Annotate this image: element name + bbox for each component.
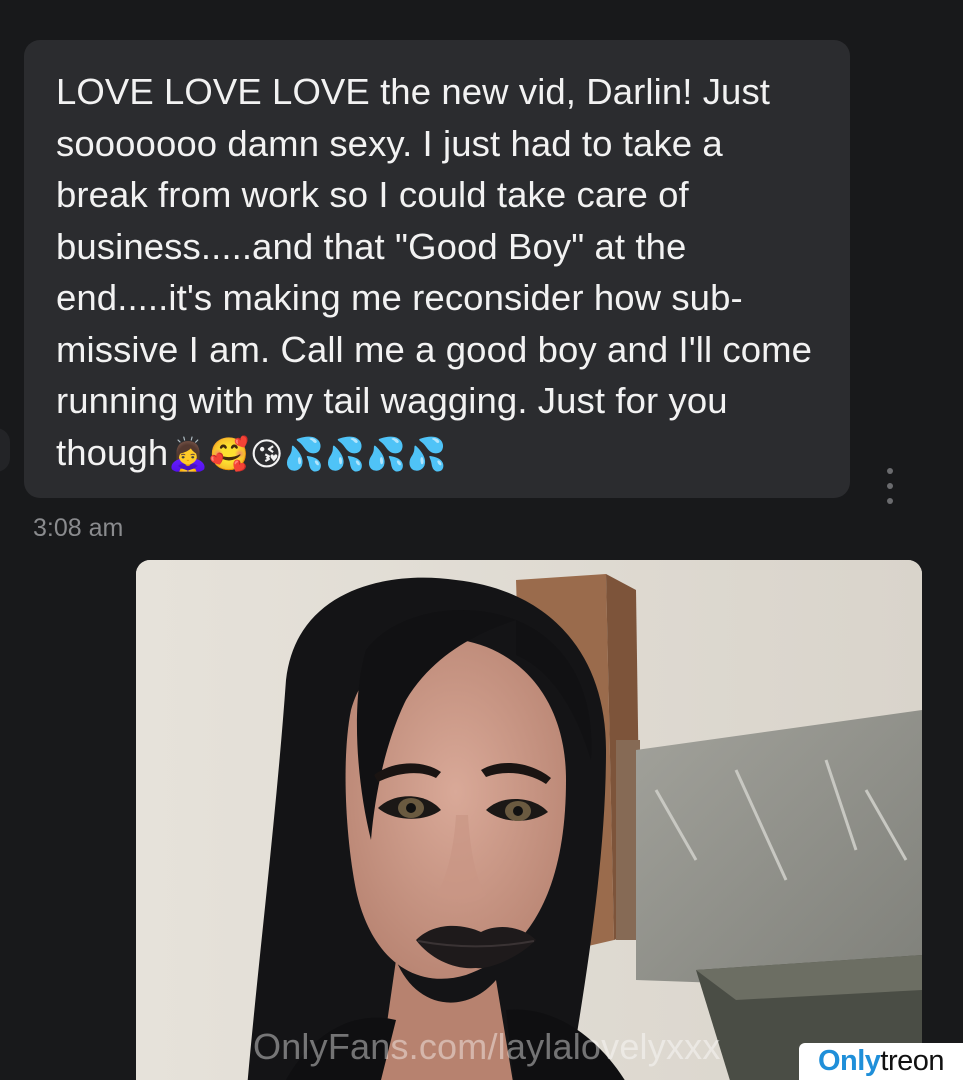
message-emojis: 🙇‍♀️🥰😘💦💦💦💦 (168, 435, 448, 472)
menu-dot (887, 468, 893, 474)
watermark-text: OnlyFans.com/laylalovelyxxx (253, 1026, 721, 1067)
message-body: LOVE LOVE LOVE the new vid, Darlin! Just… (56, 71, 823, 473)
chat-screen: LOVE LOVE LOVE the new vid, Darlin! Just… (0, 0, 963, 1080)
badge-brand-part2: treon (880, 1045, 945, 1077)
brand-badge: Only treon (799, 1043, 963, 1080)
message-text: LOVE LOVE LOVE the new vid, Darlin! Just… (56, 66, 820, 480)
photo-illustration (136, 560, 922, 1080)
message-timestamp: 3:08 am (33, 514, 124, 542)
more-vertical-icon[interactable] (880, 468, 900, 504)
badge-brand-part1: Only (817, 1045, 881, 1077)
message-bubble[interactable]: LOVE LOVE LOVE the new vid, Darlin! Just… (24, 40, 850, 498)
menu-dot (887, 498, 893, 504)
menu-dot (887, 483, 893, 489)
previous-avatar-edge (0, 428, 10, 472)
attached-photo[interactable] (136, 560, 922, 1080)
